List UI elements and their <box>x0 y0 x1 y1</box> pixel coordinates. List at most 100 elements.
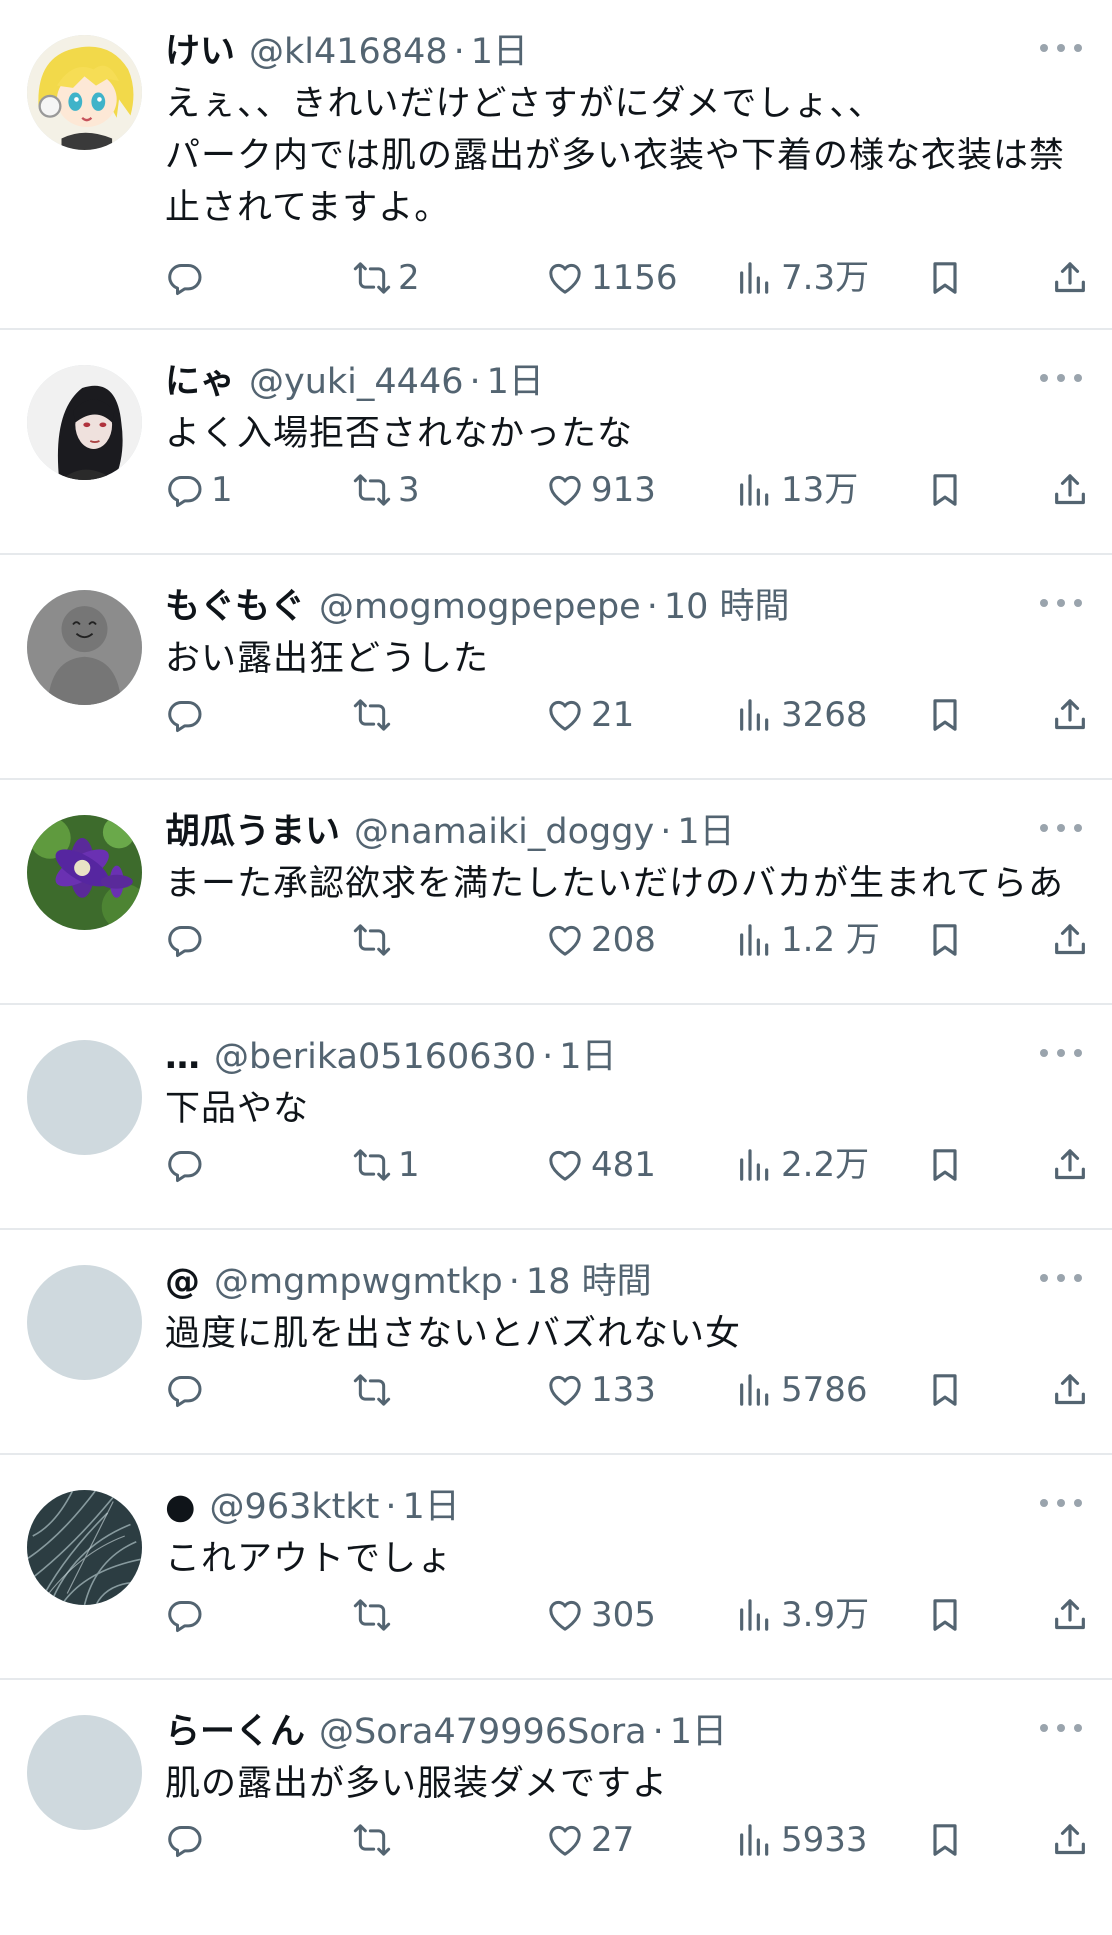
like-button[interactable]: 481 <box>545 1140 656 1190</box>
timestamp[interactable]: 1日 <box>559 1033 616 1081</box>
user-handle[interactable]: @kl416848 <box>249 28 448 76</box>
like-button[interactable]: 305 <box>545 1590 656 1640</box>
dark-grass-avatar[interactable] <box>27 1490 142 1605</box>
share-button[interactable] <box>1050 1365 1090 1415</box>
reply-button[interactable] <box>165 915 211 965</box>
share-button[interactable] <box>1050 465 1090 515</box>
display-name[interactable]: らーくん <box>165 1708 305 1756</box>
like-button[interactable]: 27 <box>545 1815 634 1865</box>
anime-blonde-avatar[interactable] <box>27 35 142 150</box>
views-button[interactable]: 3.9万 <box>735 1590 869 1640</box>
reply-button[interactable]: 1 <box>165 465 233 515</box>
like-button[interactable]: 133 <box>545 1365 656 1415</box>
reply-button[interactable] <box>165 1140 211 1190</box>
more-options-icon[interactable] <box>1040 1722 1082 1734</box>
reply-button[interactable] <box>165 253 211 303</box>
user-handle[interactable]: @mogmogpepepe <box>319 583 641 631</box>
timestamp[interactable]: 1日 <box>670 1708 727 1756</box>
retweet-button[interactable]: 2 <box>352 253 420 303</box>
share-button[interactable] <box>1050 1815 1090 1865</box>
share-button[interactable] <box>1050 690 1090 740</box>
more-options-icon[interactable] <box>1040 822 1082 834</box>
like-button[interactable]: 208 <box>545 915 656 965</box>
more-options-icon[interactable] <box>1040 597 1082 609</box>
reply-button[interactable] <box>165 1590 211 1640</box>
views-button[interactable]: 3268 <box>735 690 868 740</box>
reply-button[interactable] <box>165 1365 211 1415</box>
tweet[interactable]: けい @kl416848 · 1日 えぇ、、きれいだけどさすがにダメでしょ、、パ… <box>0 0 1112 330</box>
like-button[interactable]: 1156 <box>545 253 678 303</box>
retweet-button[interactable] <box>352 1815 398 1865</box>
views-button[interactable]: 13万 <box>735 465 858 515</box>
action-bar: 21 3268 <box>165 690 1090 740</box>
tweet[interactable]: 胡瓜うまい @namaiki_doggy · 1日 まーた承認欲求を満たしたいだ… <box>0 780 1112 1005</box>
reply-count: 1 <box>211 470 233 510</box>
share-button[interactable] <box>1050 1140 1090 1190</box>
reply-button[interactable] <box>165 690 211 740</box>
more-options-icon[interactable] <box>1040 1047 1082 1059</box>
reply-button[interactable] <box>165 1815 211 1865</box>
share-button[interactable] <box>1050 915 1090 965</box>
views-button[interactable]: 7.3万 <box>735 253 869 303</box>
display-name[interactable]: けい <box>165 28 235 76</box>
user-handle[interactable]: @yuki_4446 <box>249 358 463 406</box>
user-handle[interactable]: @963ktkt <box>210 1483 380 1531</box>
bookmark-button[interactable] <box>925 1365 965 1415</box>
timestamp[interactable]: 1日 <box>471 28 528 76</box>
user-handle[interactable]: @mgmpwgmtkp <box>214 1258 503 1306</box>
bookmark-button[interactable] <box>925 465 965 515</box>
retweet-button[interactable] <box>352 1365 398 1415</box>
display-name[interactable]: 胡瓜うまい <box>165 808 340 856</box>
bookmark-button[interactable] <box>925 690 965 740</box>
user-handle[interactable]: @Sora479996Sora <box>319 1708 647 1756</box>
dark-hair-photo-avatar[interactable] <box>27 365 142 480</box>
tweet[interactable]: … @berika05160630 · 1日 下品やな 1 481 2.2万 <box>0 1005 1112 1230</box>
gray-smiley-avatar[interactable] <box>27 590 142 705</box>
display-name[interactable]: もぐもぐ <box>165 583 305 631</box>
tweet[interactable]: @ @mgmpwgmtkp · 18 時間 過度に肌を出さないとバズれない女 1… <box>0 1230 1112 1455</box>
views-button[interactable]: 2.2万 <box>735 1140 869 1190</box>
display-name[interactable]: … <box>165 1033 200 1081</box>
views-button[interactable]: 5786 <box>735 1365 868 1415</box>
purple-flower-avatar[interactable] <box>27 815 142 930</box>
bookmark-button[interactable] <box>925 253 965 303</box>
bookmark-button[interactable] <box>925 915 965 965</box>
retweet-button[interactable]: 3 <box>352 465 420 515</box>
display-name[interactable]: にゃ <box>165 358 235 406</box>
display-name[interactable]: ● <box>165 1483 196 1531</box>
tweet[interactable]: もぐもぐ @mogmogpepepe · 10 時間 おい露出狂どうした 21 <box>0 555 1112 780</box>
display-name[interactable]: @ <box>165 1258 200 1306</box>
retweet-button[interactable]: 1 <box>352 1140 420 1190</box>
timestamp[interactable]: 10 時間 <box>664 583 790 631</box>
timestamp[interactable]: 1日 <box>402 1483 459 1531</box>
more-options-icon[interactable] <box>1040 372 1082 384</box>
default-avatar[interactable] <box>27 1040 142 1155</box>
tweet[interactable]: らーくん @Sora479996Sora · 1日 肌の露出が多い服装ダメですよ… <box>0 1680 1112 1935</box>
timestamp[interactable]: 1日 <box>487 358 544 406</box>
bookmark-button[interactable] <box>925 1815 965 1865</box>
share-button[interactable] <box>1050 1590 1090 1640</box>
like-button[interactable]: 913 <box>545 465 656 515</box>
like-button[interactable]: 21 <box>545 690 634 740</box>
views-button[interactable]: 1.2 万 <box>735 915 880 965</box>
more-options-icon[interactable] <box>1040 1272 1082 1284</box>
more-options-icon[interactable] <box>1040 42 1082 54</box>
share-button[interactable] <box>1050 253 1090 303</box>
action-bar: 133 5786 <box>165 1365 1090 1415</box>
retweet-button[interactable] <box>352 690 398 740</box>
default-avatar[interactable] <box>27 1715 142 1830</box>
retweet-button[interactable] <box>352 1590 398 1640</box>
timestamp[interactable]: 1日 <box>677 808 734 856</box>
heart-icon <box>549 925 581 956</box>
bookmark-button[interactable] <box>925 1140 965 1190</box>
views-button[interactable]: 5933 <box>735 1815 868 1865</box>
more-options-icon[interactable] <box>1040 1497 1082 1509</box>
timestamp[interactable]: 18 時間 <box>526 1258 652 1306</box>
tweet[interactable]: ● @963ktkt · 1日 これアウトでしょ 305 3.9万 <box>0 1455 1112 1680</box>
bookmark-button[interactable] <box>925 1590 965 1640</box>
user-handle[interactable]: @berika05160630 <box>214 1033 536 1081</box>
tweet[interactable]: にゃ @yuki_4446 · 1日 よく入場拒否されなかったな 1 3 913 <box>0 330 1112 555</box>
default-avatar[interactable] <box>27 1265 142 1380</box>
retweet-button[interactable] <box>352 915 398 965</box>
user-handle[interactable]: @namaiki_doggy <box>354 808 654 856</box>
